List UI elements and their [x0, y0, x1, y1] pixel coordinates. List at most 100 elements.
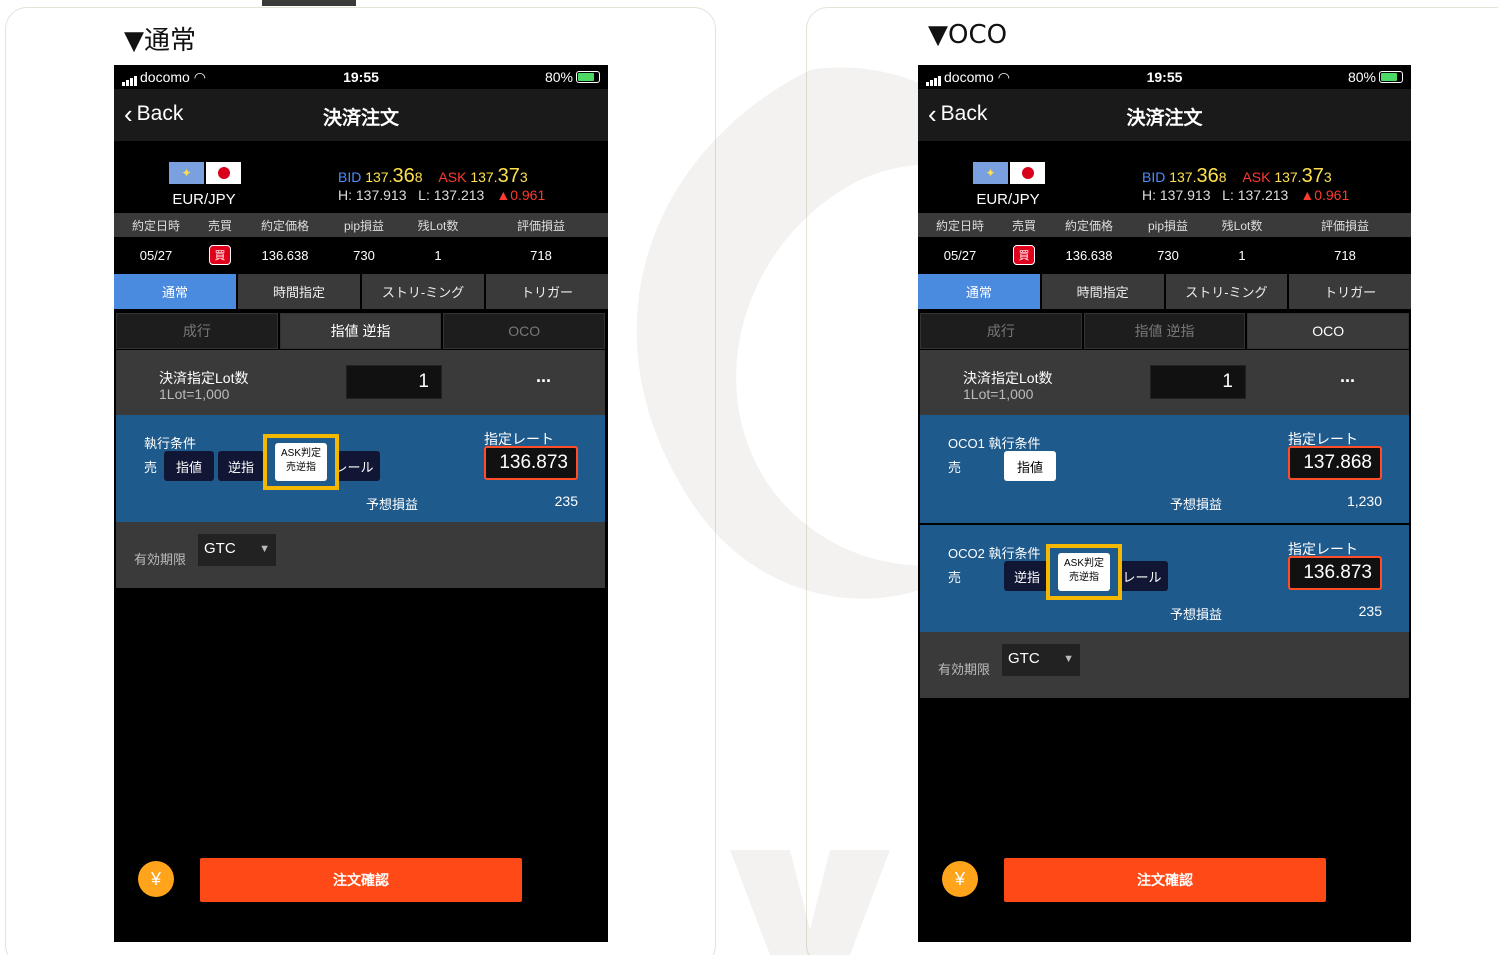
expiry-label: 有効期限: [134, 552, 187, 567]
order-type-tabs: 通常 時間指定 ストリ-ミング トリガー: [114, 274, 608, 309]
status-time: 19:55: [343, 69, 379, 85]
oco2-profit-value: 235: [1358, 603, 1382, 619]
phone-oco: docomo ◠ 19:55 80% ‹ Back 決済注文 ✦ EUR/JPY …: [918, 65, 1411, 942]
tab-time[interactable]: 時間指定: [238, 274, 360, 309]
pair-name: EUR/JPY: [172, 191, 236, 208]
battery: 80%: [545, 69, 600, 85]
oco1-rate-input[interactable]: 137.868: [1288, 446, 1382, 480]
status-bar: docomo ◠ 19:55 80%: [918, 65, 1411, 89]
expiry-panel: 有効期限 GTC ▼: [920, 632, 1409, 698]
oco2-label: OCO2 執行条件: [948, 546, 1041, 561]
lot-label: 決済指定Lot数: [963, 370, 1053, 386]
eu-flag-icon: ✦: [169, 162, 204, 184]
oco1-panel: OCO1 執行条件 売 指値 指定レート 137.868 予想損益 1,230: [920, 415, 1409, 523]
ask-judge-highlight[interactable]: ASK判定 売逆指: [263, 434, 339, 490]
ask-judge-highlight[interactable]: ASK判定 売逆指: [1046, 544, 1122, 600]
jp-flag-icon: [1010, 162, 1045, 184]
oco1-profit-value: 1,230: [1346, 493, 1382, 509]
position-row: 05/27 買 136.638 730 1 718: [114, 237, 608, 273]
expiry-label: 有効期限: [938, 662, 991, 677]
position-row: 05/27 買 136.638 730 1 718: [918, 237, 1411, 273]
tab-time[interactable]: 時間指定: [1041, 274, 1164, 309]
tab-limit-stop[interactable]: 指値 逆指: [279, 313, 442, 349]
execution-panel: 執行条件 売 指値 逆指 レール ASK判定 売逆指 指定レート 136.873 …: [116, 415, 605, 522]
section-title-oco: ▼OCO: [928, 20, 1008, 50]
ask-judge-stop-button[interactable]: ASK判定 売逆指: [275, 443, 327, 481]
nav-bar: ‹ Back 決済注文: [114, 89, 608, 141]
more-button[interactable]: ...: [536, 366, 551, 387]
pair-header: ✦ EUR/JPY BID 137.368 ASK 137.373 H: 137…: [918, 141, 1411, 213]
caret-down-icon: ▼: [259, 543, 270, 555]
execution-tabs: 成行 指値 逆指 OCO: [920, 313, 1410, 349]
tab-trigger[interactable]: トリガー: [1289, 274, 1411, 309]
section-title-normal: ▼通常: [124, 26, 196, 56]
oco2-rate-input[interactable]: 136.873: [1288, 556, 1382, 590]
top-tab-marker: [262, 0, 356, 6]
expiry-select[interactable]: GTC ▼: [1002, 644, 1080, 676]
yen-icon[interactable]: ¥: [942, 861, 978, 897]
tab-market[interactable]: 成行: [920, 313, 1082, 349]
execution-tabs: 成行 指値 逆指 OCO: [116, 313, 606, 349]
battery-icon: [576, 71, 600, 83]
lot-sub-label: 1Lot=1,000: [159, 386, 230, 402]
lot-sub-label: 1Lot=1,000: [963, 386, 1034, 402]
lot-input[interactable]: 1: [346, 365, 442, 399]
ask-price: 137.373: [470, 165, 528, 187]
caret-down-icon: ▼: [1063, 653, 1074, 665]
tab-streaming[interactable]: ストリ-ミング: [362, 274, 484, 309]
bid-price: 137.368: [1169, 165, 1227, 187]
tab-streaming[interactable]: ストリ-ミング: [1165, 274, 1288, 309]
battery: 80%: [1348, 69, 1403, 85]
tab-trigger[interactable]: トリガー: [486, 274, 608, 309]
profit-label: 予想損益: [1170, 607, 1223, 622]
page-title: 決済注文: [322, 108, 399, 129]
sell-label: 売: [948, 570, 962, 585]
ask-judge-stop-button[interactable]: ASK判定 売逆指: [1058, 553, 1110, 591]
lot-input[interactable]: 1: [1150, 365, 1246, 399]
high-low: H: 137.913 L: 137.213 ▲0.961: [1142, 187, 1350, 203]
battery-icon: [1379, 71, 1403, 83]
expiry-select[interactable]: GTC ▼: [198, 534, 276, 566]
tab-normal[interactable]: 通常: [918, 274, 1040, 309]
price-quote: BID 137.368 ASK 137.373: [1142, 165, 1332, 187]
lot-label: 決済指定Lot数: [159, 370, 249, 386]
profit-label: 予想損益: [366, 497, 419, 512]
tab-oco[interactable]: OCO: [443, 313, 606, 349]
page-title: 決済注文: [1126, 108, 1203, 129]
confirm-order-button[interactable]: 注文確認: [1004, 858, 1326, 902]
price-quote: BID 137.368 ASK 137.373: [338, 165, 528, 187]
pair-name: EUR/JPY: [976, 191, 1040, 208]
buy-badge: 買: [1013, 245, 1035, 265]
stop-button[interactable]: 逆指: [1004, 561, 1050, 591]
expiry-panel: 有効期限 GTC ▼: [116, 522, 605, 588]
lot-panel: 決済指定Lot数 1Lot=1,000 1 ...: [920, 350, 1409, 415]
high-low: H: 137.913 L: 137.213 ▲0.961: [338, 187, 546, 203]
sell-label: 売: [144, 460, 158, 475]
profit-label: 予想損益: [1170, 497, 1223, 512]
tab-limit-stop[interactable]: 指値 逆指: [1083, 313, 1246, 349]
limit-button[interactable]: 指値: [164, 451, 214, 481]
order-type-tabs: 通常 時間指定 ストリ-ミング トリガー: [918, 274, 1411, 309]
oco2-panel: OCO2 執行条件 売 逆指 レール ASK判定 売逆指 指定レート 136.87…: [920, 525, 1409, 632]
tab-normal[interactable]: 通常: [114, 274, 236, 309]
lot-panel: 決済指定Lot数 1Lot=1,000 1 ...: [116, 350, 605, 415]
profit-value: 235: [554, 493, 578, 509]
more-button[interactable]: ...: [1340, 366, 1355, 387]
position-header: 約定日時 売買 約定価格 pip損益 残Lot数 評価損益: [918, 213, 1411, 237]
confirm-order-button[interactable]: 注文確認: [200, 858, 522, 902]
tab-market[interactable]: 成行: [116, 313, 278, 349]
phone-normal: docomo ◠ 19:55 80% ‹ Back 決済注文 ✦ EUR/JPY …: [114, 65, 608, 942]
buy-badge: 買: [209, 245, 231, 265]
sell-label: 売: [948, 460, 962, 475]
rate-input[interactable]: 136.873: [484, 446, 578, 480]
limit-button[interactable]: 指値: [1004, 451, 1056, 481]
pair-header: ✦ EUR/JPY BID 137.368 ASK 137.373 H: 137…: [114, 141, 608, 213]
position-header: 約定日時 売買 約定価格 pip損益 残Lot数 評価損益: [114, 213, 608, 237]
yen-icon[interactable]: ¥: [138, 861, 174, 897]
ask-price: 137.373: [1274, 165, 1332, 187]
eu-flag-icon: ✦: [973, 162, 1008, 184]
trail-button[interactable]: レール: [1116, 561, 1168, 591]
stop-button[interactable]: 逆指: [218, 451, 264, 481]
tab-oco[interactable]: OCO: [1247, 313, 1410, 349]
status-bar: docomo ◠ 19:55 80%: [114, 65, 608, 89]
